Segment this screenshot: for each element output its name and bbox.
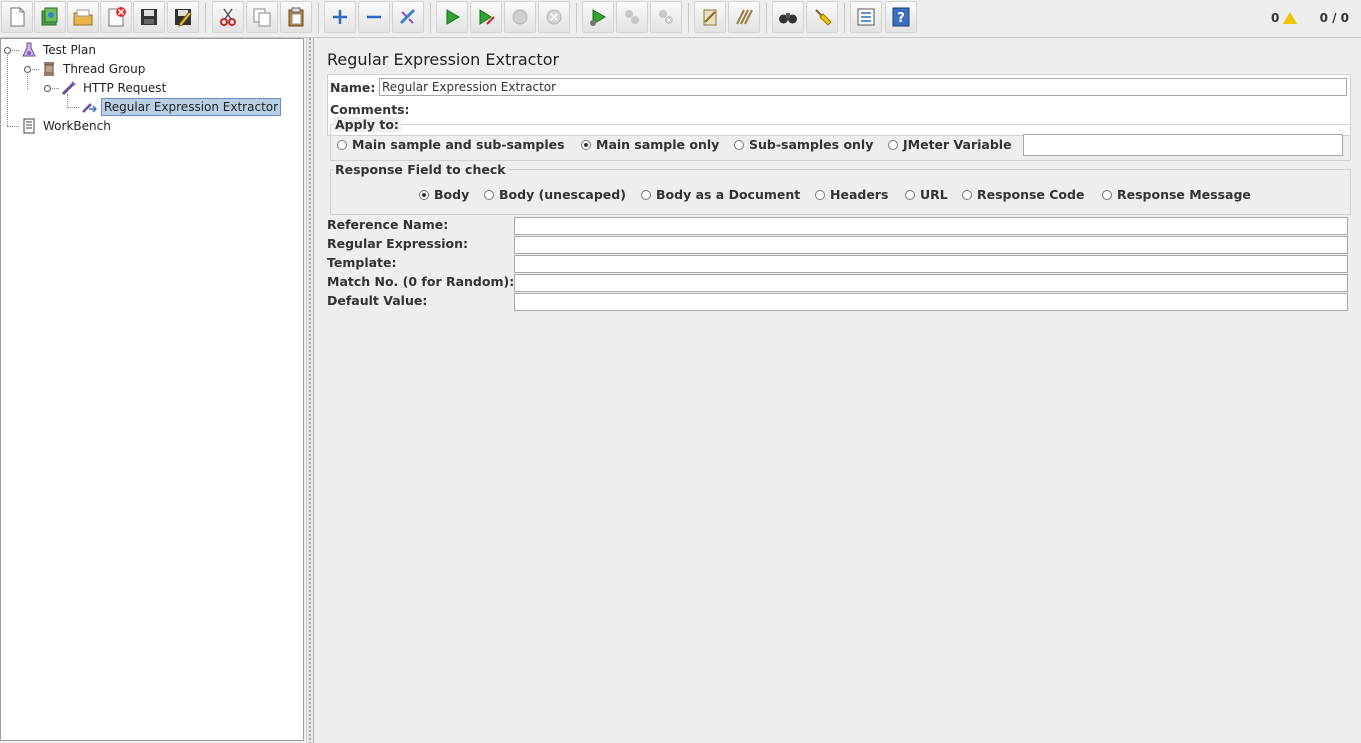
radio-main-only[interactable]: Main sample only	[581, 136, 719, 154]
svg-text:?: ?	[897, 11, 905, 26]
radio-circle-icon	[962, 189, 972, 200]
reference-name-label: Reference Name:	[327, 217, 449, 232]
remote-start-icon[interactable]	[582, 1, 614, 33]
default-value-label: Default Value:	[327, 293, 428, 308]
start-no-pauses-icon[interactable]	[470, 1, 502, 33]
open-icon[interactable]	[67, 1, 99, 33]
radio-main-and-sub[interactable]: Main sample and sub-samples	[337, 136, 565, 154]
radio-url[interactable]: URL	[905, 186, 948, 204]
radio-circle-icon	[905, 189, 915, 200]
toolbar: ? 0 0 / 0	[0, 0, 1361, 38]
radio-circle-icon	[581, 139, 591, 150]
default-value-field[interactable]	[514, 293, 1348, 311]
comments-label: Comments:	[330, 102, 410, 117]
expand-all-icon[interactable]	[324, 1, 356, 33]
shutdown-icon[interactable]	[538, 1, 570, 33]
radio-body-unescaped[interactable]: Body (unescaped)	[484, 186, 626, 204]
radio-circle-icon	[337, 139, 347, 150]
name-field[interactable]: Regular Expression Extractor	[379, 78, 1347, 96]
paste-icon[interactable]	[280, 1, 312, 33]
warning-icon[interactable]	[1283, 12, 1298, 24]
start-icon[interactable]	[436, 1, 468, 33]
apply-to-title: Apply to:	[333, 117, 401, 132]
radio-circle-icon	[419, 189, 429, 200]
clear-all-icon[interactable]	[728, 1, 760, 33]
match-no-label: Match No. (0 for Random):	[327, 274, 515, 289]
thread-group-icon	[41, 61, 57, 77]
help-icon[interactable]: ?	[885, 1, 917, 33]
save-as-icon[interactable]	[167, 1, 199, 33]
template-field[interactable]	[514, 255, 1348, 273]
radio-circle-icon	[641, 189, 651, 200]
radio-body[interactable]: Body	[419, 186, 469, 204]
thread-count: 0 / 0	[1319, 11, 1349, 25]
copy-icon[interactable]	[246, 1, 278, 33]
reset-search-icon[interactable]	[806, 1, 838, 33]
radio-circle-icon	[888, 139, 898, 150]
new-icon[interactable]	[1, 1, 33, 33]
radio-circle-icon	[815, 189, 825, 200]
test-plan-icon	[21, 42, 37, 58]
radio-sub-only[interactable]: Sub-samples only	[734, 136, 873, 154]
regular-expression-field[interactable]	[514, 236, 1348, 254]
name-label: Name:	[330, 80, 376, 95]
radio-body-document[interactable]: Body as a Document	[641, 186, 800, 204]
close-icon[interactable]	[100, 1, 132, 33]
workbench-icon	[21, 118, 37, 134]
stop-icon[interactable]	[504, 1, 536, 33]
remote-shutdown-icon[interactable]	[650, 1, 682, 33]
http-sampler-icon	[61, 80, 77, 96]
editor-panel: Regular Expression Extractor Name: Regul…	[316, 38, 1361, 743]
radio-jmeter-variable[interactable]: JMeter Variable	[888, 136, 1012, 154]
clear-icon[interactable]	[694, 1, 726, 33]
page-title: Regular Expression Extractor	[327, 50, 560, 69]
radio-response-message[interactable]: Response Message	[1102, 186, 1251, 204]
radio-circle-icon	[484, 189, 494, 200]
search-icon[interactable]	[772, 1, 804, 33]
remote-stop-icon[interactable]	[616, 1, 648, 33]
regular-expression-label: Regular Expression:	[327, 236, 469, 251]
radio-circle-icon	[734, 139, 744, 150]
collapse-all-icon[interactable]	[358, 1, 390, 33]
toggle-icon[interactable]	[392, 1, 424, 33]
save-icon[interactable]	[133, 1, 165, 33]
test-plan-tree: Test Plan Thread Group HTTP Request Regu…	[0, 38, 304, 741]
radio-headers[interactable]: Headers	[815, 186, 888, 204]
cut-icon[interactable]	[212, 1, 244, 33]
reference-name-field[interactable]	[514, 217, 1348, 235]
radio-response-code[interactable]: Response Code	[962, 186, 1084, 204]
split-pane-divider[interactable]	[306, 38, 314, 743]
error-count: 0	[1271, 11, 1280, 25]
comments-field[interactable]	[408, 99, 1348, 119]
match-no-field[interactable]	[514, 274, 1348, 292]
response-field-title: Response Field to check	[333, 162, 508, 177]
regex-extractor-icon	[81, 99, 98, 115]
template-label: Template:	[327, 255, 397, 270]
radio-circle-icon	[1102, 189, 1112, 200]
status-area: 0 0 / 0	[1267, 10, 1349, 25]
function-helper-icon[interactable]	[850, 1, 882, 33]
jmeter-variable-field[interactable]	[1023, 134, 1343, 156]
templates-icon[interactable]	[34, 1, 66, 33]
